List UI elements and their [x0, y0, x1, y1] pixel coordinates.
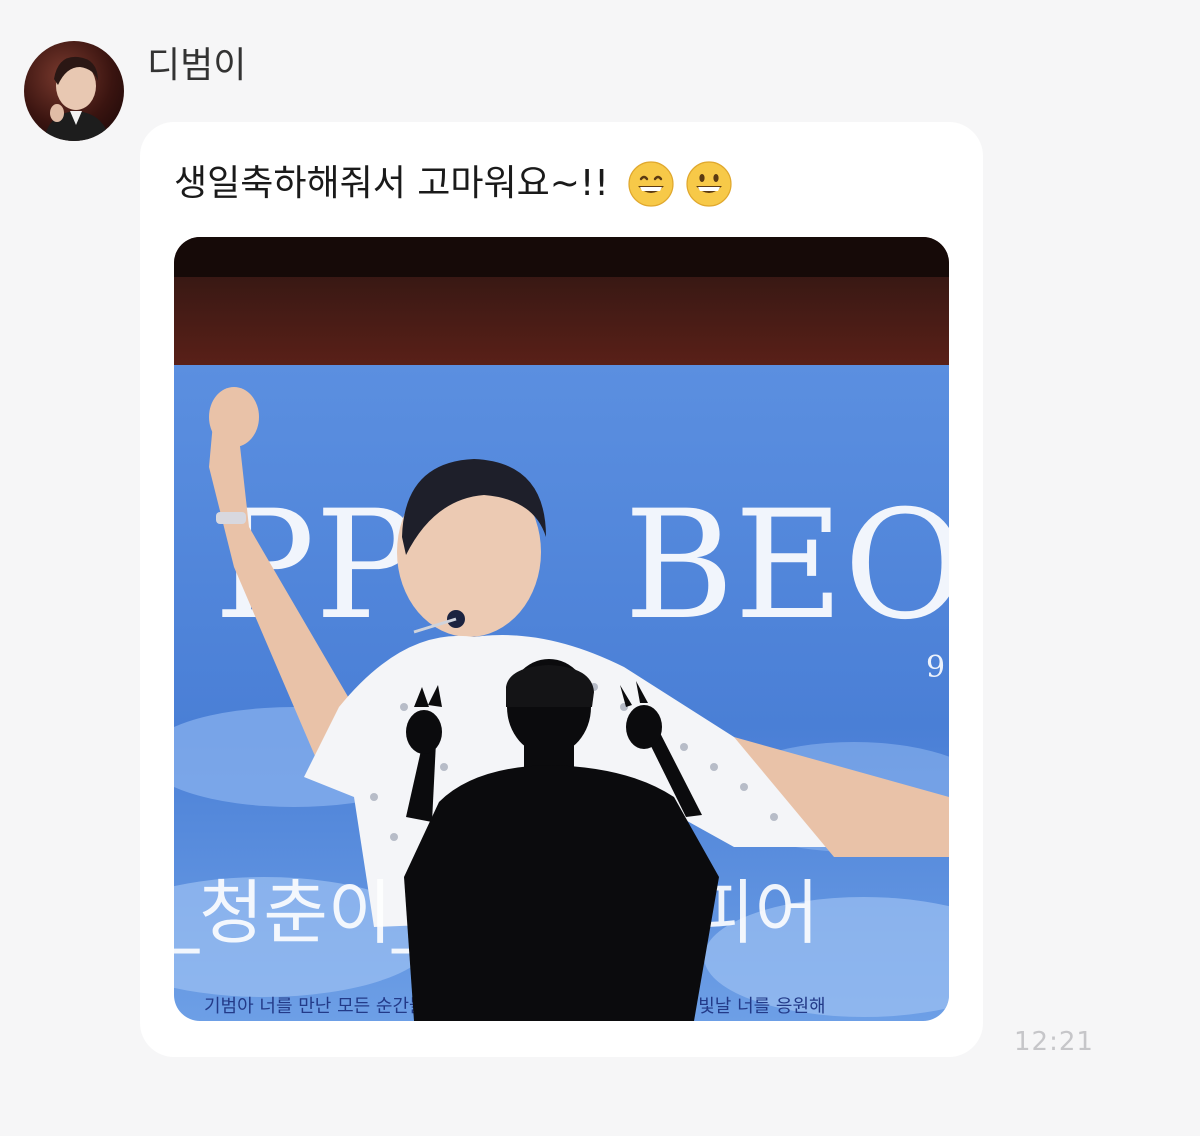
message-bubble: 생일축하해줘서 고마워요~!! PPY BEO 9 기범아 너를 만난 모든 순… [140, 122, 983, 1057]
attached-photo[interactable]: PPY BEOMD 9 [174, 237, 949, 1021]
photo-image: PPY BEOMD 9 [174, 237, 949, 1021]
chat-screen: 디범이 생일축하해줘서 고마워요~!! PPY BEO 9 기범아 너를 만난 … [0, 0, 1200, 1136]
message-line: 생일축하해줘서 고마워요~!! [174, 160, 733, 208]
grinning-face-icon [685, 160, 733, 208]
message-text: 생일축하해줘서 고마워요~!! [174, 163, 609, 204]
banner-text-right: BEOMD [624, 479, 949, 653]
sender-avatar[interactable] [24, 41, 124, 141]
avatar-portrait-icon [44, 56, 110, 141]
grinning-face-icon [627, 160, 675, 208]
message-timestamp: 12:21 [1014, 1027, 1094, 1057]
banner-small-text: 9 [926, 650, 945, 685]
sender-name: 디범이 [147, 45, 247, 86]
